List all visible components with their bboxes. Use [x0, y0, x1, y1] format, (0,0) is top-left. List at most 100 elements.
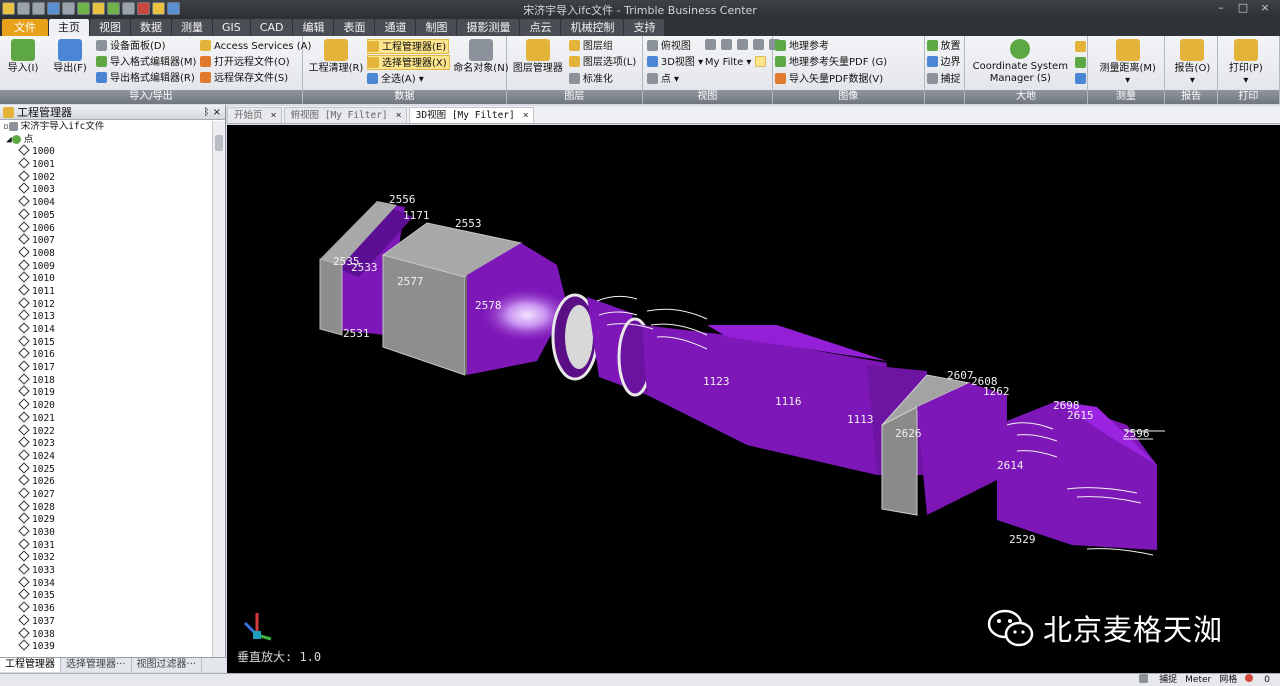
project-manager-button[interactable]: 工程管理器(E)	[366, 39, 450, 54]
layer-options-button[interactable]: 图层选项(L)	[568, 55, 636, 70]
import-button[interactable]: 导入(I)	[6, 39, 40, 75]
tree-point-item[interactable]: 1003	[0, 182, 212, 197]
zoom-extents-icon[interactable]	[736, 39, 748, 50]
close-button[interactable]: ×	[1254, 0, 1276, 16]
tree-points-node[interactable]: ◢ 点	[0, 134, 212, 147]
close-icon[interactable]: ×	[396, 108, 402, 123]
doc-tab-3d-view[interactable]: 3D视图 [My Filter] ×	[408, 107, 534, 123]
view-filter-select[interactable]: My Filte ▾	[705, 55, 769, 70]
tab-view[interactable]: 视图	[90, 19, 130, 36]
zoom-out-icon[interactable]	[720, 39, 732, 50]
georef-button[interactable]: 地理参考	[775, 39, 829, 54]
tree-point-item[interactable]: 1025	[0, 461, 212, 477]
tree-point-item[interactable]: 1004	[0, 195, 212, 210]
tree-point-item[interactable]: 1028	[0, 499, 212, 515]
zoom-window-icon[interactable]	[752, 39, 764, 50]
snap-status[interactable]: 捕捉	[1159, 674, 1177, 686]
georef-pdf-button[interactable]: 地理参考矢量PDF (G)	[775, 55, 887, 70]
tree-point-item[interactable]: 1016	[0, 347, 212, 362]
tree-point-item[interactable]: 1019	[0, 385, 212, 400]
tree-point-item[interactable]: 1008	[0, 246, 212, 261]
layer-group-button[interactable]: 图层组	[568, 39, 613, 54]
import-format-editor-button[interactable]: 导入格式编辑器(M)	[96, 55, 196, 70]
tab-machine-control[interactable]: 机械控制	[561, 19, 624, 36]
tree-point-item[interactable]: 1027	[0, 487, 212, 502]
3d-viewport[interactable]: 2556 1171 2553 2535 2533 2577 2578 1116 …	[227, 125, 1280, 673]
tree-scrollbar[interactable]	[212, 121, 225, 657]
tree-point-item[interactable]: 1035	[0, 588, 212, 603]
tree-point-item[interactable]: 1037	[0, 614, 212, 629]
tab-point-cloud[interactable]: 点云	[520, 19, 561, 36]
tree-point-item[interactable]: 1024	[0, 449, 212, 464]
tree-point-item[interactable]: 1000	[0, 144, 212, 159]
doc-tab-plan-view[interactable]: 俯视图 [My Filter] ×	[283, 107, 407, 123]
point-button[interactable]: 点 ▾	[646, 72, 679, 87]
tab-cad[interactable]: CAD	[250, 19, 293, 36]
zoom-in-icon[interactable]	[704, 39, 716, 50]
place-button[interactable]: 放置	[926, 39, 961, 54]
status-icon[interactable]	[1139, 674, 1149, 683]
maximize-button[interactable]: □	[1232, 0, 1254, 16]
report-button[interactable]: 报告(O) ▾	[1169, 39, 1215, 87]
tree-point-item[interactable]: 1001	[0, 157, 212, 172]
tree-point-item[interactable]: 1033	[0, 563, 212, 578]
tab-edit[interactable]: 编辑	[293, 19, 334, 36]
unit-status[interactable]: Meter	[1185, 674, 1211, 686]
tab-surface[interactable]: 表面	[334, 19, 375, 36]
remote-save-button[interactable]: 远程保存文件(S)	[200, 71, 288, 86]
export-format-editor-button[interactable]: 导出格式编辑器(R)	[96, 71, 195, 86]
tree-point-item[interactable]: 1005	[0, 208, 212, 223]
tree-point-item[interactable]: 1034	[0, 576, 212, 591]
tree-point-item[interactable]: 1038	[0, 626, 212, 642]
tab-support[interactable]: 支持	[624, 19, 665, 36]
tree-root[interactable]: ▫ 宋济宇导入ifc文件	[0, 121, 212, 134]
tree-point-item[interactable]: 1006	[0, 220, 212, 236]
panel-pin-close[interactable]: ᛒ ×	[203, 105, 221, 120]
capture-button[interactable]: 捕捉	[926, 72, 961, 87]
tree-point-item[interactable]: 1002	[0, 170, 212, 185]
coordinate-system-manager-button[interactable]: Coordinate System Manager (S)	[967, 39, 1073, 85]
tree-point-item[interactable]: 1023	[0, 436, 212, 451]
project-cleanup-button[interactable]: 工程清理(R)	[307, 39, 365, 75]
selection-manager-button[interactable]: 选择管理器(X)	[366, 55, 450, 70]
tab-data[interactable]: 数据	[131, 19, 171, 36]
tree-point-item[interactable]: 1032	[0, 550, 212, 565]
minimize-button[interactable]: –	[1210, 0, 1232, 16]
tree-point-item[interactable]: 1014	[0, 322, 212, 337]
tab-project-explorer[interactable]: 工程管理器	[0, 658, 61, 672]
layer-manager-button[interactable]: 图层管理器	[509, 39, 567, 75]
tab-gis[interactable]: GIS	[213, 19, 250, 36]
tree-point-item[interactable]: 1007	[0, 233, 212, 248]
tab-home[interactable]: 主页	[49, 19, 89, 36]
scroll-thumb[interactable]	[215, 135, 223, 151]
tree-point-item[interactable]: 1031	[0, 538, 212, 553]
doc-tab-start-page[interactable]: 开始页 ×	[227, 107, 282, 123]
select-all-button[interactable]: 全选(A) ▾	[366, 72, 424, 87]
tab-drafting[interactable]: 制图	[416, 19, 457, 36]
access-services-button[interactable]: Access Services (A)	[200, 39, 311, 54]
tree-point-item[interactable]: 1018	[0, 373, 212, 388]
tree-point-item[interactable]: 1009	[0, 258, 212, 274]
tree-point-item[interactable]: 1021	[0, 411, 212, 426]
tree-point-item[interactable]: 1029	[0, 512, 212, 527]
geodetic-tool-icon[interactable]	[1075, 57, 1087, 68]
name-objects-button[interactable]: 命名对象(N)	[451, 39, 511, 75]
plan-view-button[interactable]: 俯视图	[646, 39, 691, 54]
tab-photogrammetry[interactable]: 摄影测量	[457, 19, 520, 36]
close-icon[interactable]: ×	[523, 108, 529, 123]
tab-selection-explorer[interactable]: 选择管理器···	[61, 658, 132, 672]
tree-point-item[interactable]: 1020	[0, 398, 212, 413]
tree-point-item[interactable]: 1036	[0, 601, 212, 616]
border-button[interactable]: 边界	[926, 55, 961, 70]
tree-point-item[interactable]: 1026	[0, 474, 212, 489]
tab-file[interactable]: 文件	[2, 19, 48, 36]
export-button[interactable]: 导出(F)	[50, 39, 90, 75]
tree-point-item[interactable]: 1039	[0, 639, 212, 654]
import-pdf-button[interactable]: 导入矢量PDF数据(V)	[775, 72, 883, 87]
geodetic-tool-icon[interactable]	[1075, 73, 1087, 84]
tab-corridor[interactable]: 通道	[375, 19, 416, 36]
standardize-button[interactable]: 标准化	[568, 72, 613, 87]
tree-point-item[interactable]: 1012	[0, 296, 212, 312]
tab-survey[interactable]: 测量	[172, 19, 212, 36]
measure-distance-button[interactable]: 测量距离(M) ▾	[1092, 39, 1164, 87]
